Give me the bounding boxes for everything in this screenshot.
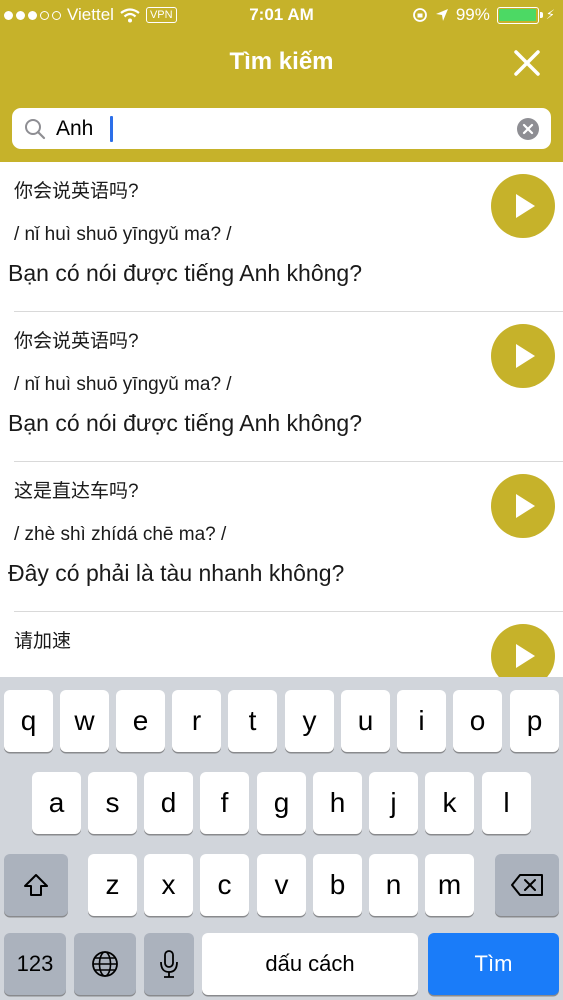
search-bar[interactable] <box>12 108 551 149</box>
pinyin-text: / nǐ huì shuō yīngyǔ ma? / <box>14 374 232 395</box>
vietnamese-text: Bạn có nói được tiếng Anh không? <box>8 410 363 436</box>
list-item[interactable]: 这是直达车吗? / zhè shì zhídá chē ma? / Đây có… <box>0 462 563 612</box>
page-title: Tìm kiếm <box>229 48 334 75</box>
vietnamese-text: Đây có phải là tàu nhanh không? <box>8 560 345 586</box>
key-c[interactable]: c <box>200 854 249 916</box>
key-t[interactable]: t <box>228 690 277 752</box>
keyboard: q w e r t y u i o p a s d f g h j k l z … <box>0 677 563 1000</box>
results-list[interactable]: 你会说英语吗? / nǐ huì shuō yīngyǔ ma? / Bạn c… <box>0 162 563 677</box>
microphone-icon <box>160 950 178 978</box>
battery-percent: 99% <box>455 5 490 24</box>
close-icon[interactable] <box>508 44 546 82</box>
key-h[interactable]: h <box>313 772 362 834</box>
numbers-key[interactable]: 123 <box>4 933 66 995</box>
space-key[interactable]: dấu cách <box>202 933 418 995</box>
key-e[interactable]: e <box>116 690 165 752</box>
key-g[interactable]: g <box>257 772 306 834</box>
header-bar: Viettel VPN 7:01 AM 99% ⚡ Tìm kiếm <box>0 0 563 162</box>
pinyin-text: / nǐ huì shuō yīngyǔ ma? / <box>14 224 232 245</box>
key-i[interactable]: i <box>397 690 446 752</box>
orientation-lock-icon <box>412 8 427 22</box>
chinese-text: 你会说英语吗? <box>14 181 139 202</box>
search-input[interactable] <box>56 108 496 149</box>
location-arrow-icon <box>435 9 448 21</box>
chinese-text: 你会说英语吗? <box>14 331 139 352</box>
play-button[interactable] <box>491 324 555 388</box>
list-item[interactable]: 请加速 <box>0 612 563 677</box>
list-item[interactable]: 你会说英语吗? / nǐ huì shuō yīngyǔ ma? / Bạn c… <box>0 312 563 462</box>
key-b[interactable]: b <box>313 854 362 916</box>
delete-icon <box>511 874 543 896</box>
key-v[interactable]: v <box>257 854 306 916</box>
chinese-text: 这是直达车吗? <box>14 481 139 502</box>
key-l[interactable]: l <box>482 772 531 834</box>
key-u[interactable]: u <box>341 690 390 752</box>
globe-icon <box>92 951 118 977</box>
key-f[interactable]: f <box>200 772 249 834</box>
battery-level <box>499 9 536 21</box>
status-bar: Viettel VPN 7:01 AM 99% ⚡ <box>0 0 563 30</box>
key-w[interactable]: w <box>60 690 109 752</box>
chinese-text: 请加速 <box>14 631 72 652</box>
key-a[interactable]: a <box>32 772 81 834</box>
microphone-key[interactable] <box>144 933 194 995</box>
shift-icon <box>24 874 48 896</box>
key-o[interactable]: o <box>453 690 502 752</box>
play-button[interactable] <box>491 474 555 538</box>
key-y[interactable]: y <box>285 690 334 752</box>
key-m[interactable]: m <box>425 854 474 916</box>
list-item[interactable]: 你会说英语吗? / nǐ huì shuō yīngyǔ ma? / Bạn c… <box>0 162 563 312</box>
key-s[interactable]: s <box>88 772 137 834</box>
charging-bolt-icon: ⚡ <box>545 7 555 22</box>
key-k[interactable]: k <box>425 772 474 834</box>
play-button[interactable] <box>491 624 555 677</box>
key-x[interactable]: x <box>144 854 193 916</box>
key-d[interactable]: d <box>144 772 193 834</box>
vietnamese-text: Bạn có nói được tiếng Anh không? <box>8 260 363 286</box>
search-go-key[interactable]: Tìm <box>428 933 559 995</box>
pinyin-text: / zhè shì zhídá chē ma? / <box>14 524 227 545</box>
battery-icon <box>496 6 543 24</box>
play-button[interactable] <box>491 174 555 238</box>
key-p[interactable]: p <box>510 690 559 752</box>
search-icon <box>25 119 46 140</box>
key-r[interactable]: r <box>172 690 221 752</box>
clear-icon[interactable] <box>517 118 539 140</box>
status-right: 99% ⚡ <box>412 5 555 25</box>
key-z[interactable]: z <box>88 854 137 916</box>
key-j[interactable]: j <box>369 772 418 834</box>
key-n[interactable]: n <box>369 854 418 916</box>
globe-key[interactable] <box>74 933 136 995</box>
text-caret <box>110 116 113 142</box>
shift-key[interactable] <box>4 854 68 916</box>
key-q[interactable]: q <box>4 690 53 752</box>
delete-key[interactable] <box>495 854 559 916</box>
